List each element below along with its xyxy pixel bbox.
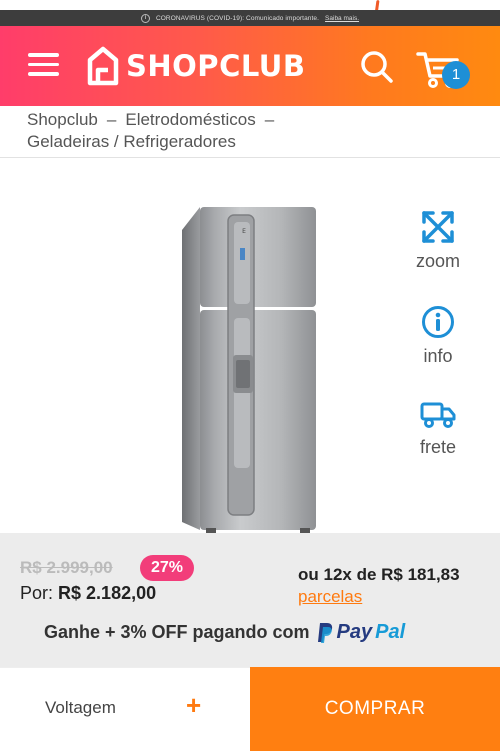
current-price: Por: R$ 2.182,00 (20, 583, 156, 604)
por-label: Por: (20, 583, 54, 603)
paypal-pay: Pay (336, 621, 373, 643)
plus-icon[interactable]: + (186, 690, 201, 721)
bottom-bar: Voltagem + COMPRAR (0, 667, 500, 751)
paypal-promo: Ganhe + 3% OFF pagando com Pay Pal (44, 621, 405, 644)
search-icon[interactable] (358, 48, 396, 86)
voltage-selector[interactable]: Voltagem + (0, 667, 250, 751)
current-price-value: R$ 2.182,00 (58, 583, 157, 603)
shipping-button[interactable]: frete (400, 400, 476, 458)
breadcrumb-separator: – (264, 110, 275, 129)
old-price: R$ 2.999,00 (20, 558, 113, 577)
info-button[interactable]: info (400, 305, 476, 367)
product-image[interactable]: E (172, 200, 332, 535)
notice-info-icon: i (140, 13, 150, 23)
paypal-logo: Pay Pal (316, 621, 406, 644)
breadcrumb-shopclub[interactable]: Shopclub (27, 110, 98, 129)
promo-text: Ganhe + 3% OFF pagando com (44, 622, 310, 642)
paypal-icon (317, 622, 332, 643)
truck-icon (420, 402, 456, 428)
info-icon (422, 306, 454, 338)
shopclub-logo[interactable]: SHOPCLUB (86, 44, 305, 88)
notice-bar: i CORONAVIRUS (COVID-19): Comunicado imp… (0, 0, 500, 26)
buy-button[interactable]: COMPRAR (250, 667, 500, 751)
breadcrumb-eletrodomesticos[interactable]: Eletrodomésticos (125, 110, 255, 129)
breadcrumb-separator: – (106, 110, 117, 129)
header: SHOPCLUB 1 (0, 26, 500, 106)
hamburger-menu-icon[interactable] (28, 53, 59, 77)
voltage-label: Voltagem (45, 698, 116, 717)
svg-text:E: E (242, 228, 246, 235)
zoom-button[interactable]: zoom (400, 210, 476, 272)
price-section: R$ 2.999,00 27% Por: R$ 2.182,00 ou 12x … (0, 533, 500, 667)
zoom-icon (422, 211, 454, 243)
parcelas-link[interactable]: parcelas (298, 587, 362, 607)
zoom-label: zoom (415, 251, 460, 271)
shipping-label: frete (419, 437, 457, 457)
brand-name: SHOPCLUB (126, 49, 306, 83)
cart-count-badge: 1 (442, 61, 470, 89)
paypal-pal: Pal (375, 621, 406, 643)
installments-text: ou 12x de R$ 181,83 (298, 565, 460, 584)
covid-notice[interactable]: i CORONAVIRUS (COVID-19): Comunicado imp… (0, 10, 500, 26)
notice-link[interactable]: Saiba mais. (325, 15, 359, 22)
divider (0, 157, 500, 158)
breadcrumb-geladeiras[interactable]: Geladeiras / Refrigeradores (27, 132, 236, 151)
logo-bag-icon (87, 46, 119, 86)
notice-text: CORONAVIRUS (COVID-19): Comunicado impor… (155, 14, 320, 22)
discount-badge: 27% (140, 555, 194, 581)
info-label: info (423, 346, 453, 366)
breadcrumb: Shopclub – Eletrodomésticos – Geladeiras / … (27, 109, 487, 153)
